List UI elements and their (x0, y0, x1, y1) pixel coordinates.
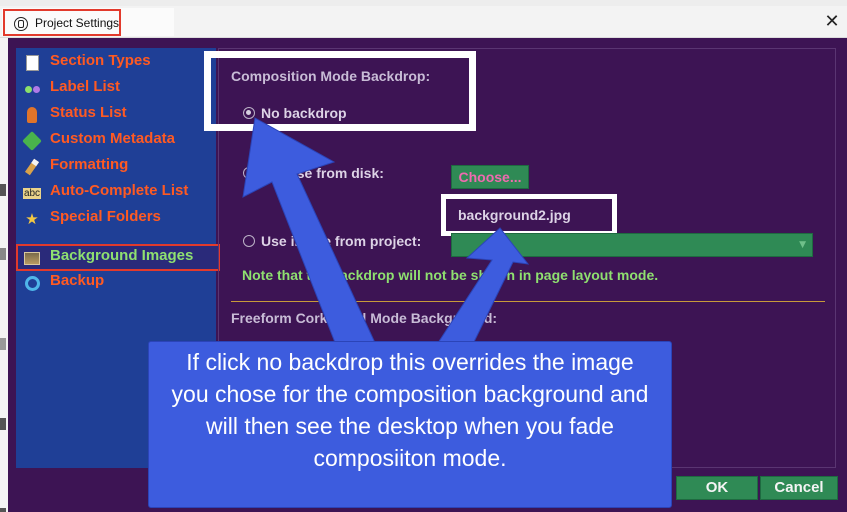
annotation-callout: If click no backdrop this overrides the … (148, 341, 672, 508)
screenshot-stage: Project Settings ✕ Section Types Label L… (0, 0, 847, 512)
arrow-to-no-backdrop (242, 117, 377, 346)
arrow-to-file-name (435, 227, 530, 347)
